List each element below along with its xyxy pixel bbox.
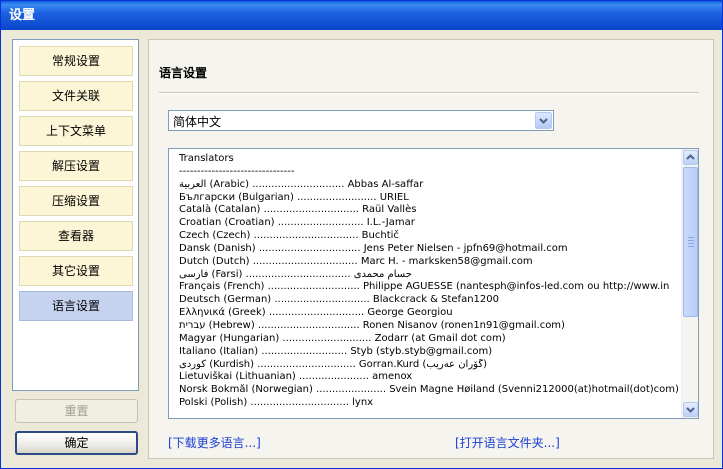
ok-button[interactable]: 确定: [15, 431, 138, 455]
translator-line: العربية (Arabic) .......................…: [179, 178, 424, 190]
translators-lines: Translators -----------------------------…: [179, 153, 679, 410]
translator-line: Magyar (Hungarian) .....................…: [179, 332, 506, 344]
translator-line: Deutsch (German) .......................…: [179, 294, 499, 306]
translator-line: كوردی (Kurdish) ........................…: [179, 358, 487, 370]
translator-line: Translators: [179, 153, 234, 164]
language-select-value: 简体中文: [173, 115, 222, 129]
translator-line: Italiano (Italian) .....................…: [179, 345, 493, 357]
open-language-folder-link[interactable]: [打开语言文件夹...]: [455, 434, 560, 451]
language-select[interactable]: 简体中文: [168, 110, 554, 131]
sidebar-item-context-menu[interactable]: 上下文菜单: [19, 116, 133, 146]
sidebar-item-compress[interactable]: 压缩设置: [19, 186, 133, 216]
scrollbar[interactable]: [681, 149, 698, 418]
download-more-languages-link[interactable]: [下载更多语言...]: [168, 434, 261, 451]
language-settings-panel: 语言设置 简体中文 Translators -------------------…: [148, 39, 714, 459]
sidebar: 常规设置 文件关联 上下文菜单 解压设置 压缩设置 查看器 其它设置 语言设置: [12, 39, 139, 391]
window-title: 设置: [1, 1, 722, 30]
translator-line: Български (Bulgarian) ..................…: [179, 191, 409, 203]
sidebar-item-file-association[interactable]: 文件关联: [19, 81, 133, 111]
scroll-thumb[interactable]: [683, 167, 698, 317]
scroll-down-button[interactable]: [683, 402, 698, 417]
translator-line: Polski (Polish) ........................…: [179, 397, 374, 409]
settings-window: 设置 常规设置 文件关联 上下文菜单 解压设置 压缩设置 查看器 其它设置 语言…: [0, 0, 723, 469]
chevron-down-icon[interactable]: [535, 112, 552, 129]
translator-line: Czech (Czech) ..........................…: [179, 230, 399, 242]
translator-line: עברית (Hebrew) .........................…: [179, 319, 565, 331]
sidebar-item-extract[interactable]: 解压设置: [19, 151, 133, 181]
translator-line: Dutch (Dutch) ..........................…: [179, 255, 533, 267]
translator-line: Croatian (Croatian) ....................…: [179, 217, 415, 229]
sidebar-item-language[interactable]: 语言设置: [19, 291, 133, 321]
translator-line: Français (French) ......................…: [179, 281, 670, 293]
translator-line: فارسی (Farsi) ..........................…: [179, 268, 412, 280]
sidebar-item-general[interactable]: 常规设置: [19, 46, 133, 76]
translator-line: Lietuviškai (Lithuanian) ...............…: [179, 371, 413, 383]
scroll-up-button[interactable]: [683, 150, 698, 165]
sidebar-item-viewer[interactable]: 查看器: [19, 221, 133, 251]
reset-button[interactable]: 重置: [15, 399, 138, 423]
translator-line: Dansk (Danish) .........................…: [179, 242, 568, 254]
separator: [159, 92, 699, 94]
translator-line: Català (Catalan) .......................…: [179, 204, 417, 216]
translator-line: Ελληνικά (Greek) .......................…: [179, 307, 453, 319]
translators-list[interactable]: Translators -----------------------------…: [168, 148, 699, 419]
section-title: 语言设置: [159, 66, 208, 80]
translator-line: Norsk Bokmål (Norwegian) ...............…: [179, 384, 679, 396]
translator-line: --------------------------------: [179, 165, 295, 177]
sidebar-item-other[interactable]: 其它设置: [19, 256, 133, 286]
